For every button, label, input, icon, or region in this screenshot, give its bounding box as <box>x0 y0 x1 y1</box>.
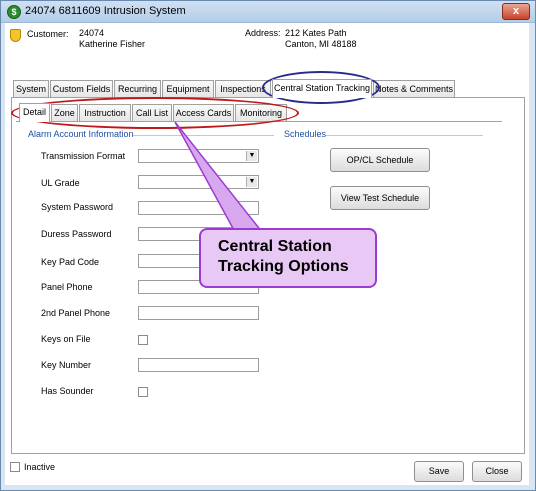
customer-label: Customer: <box>27 29 69 39</box>
ul-grade-label: UL Grade <box>41 178 80 188</box>
title-bar[interactable]: $ 24074 6811609 Intrusion System x <box>1 1 535 23</box>
view-test-schedule-button[interactable]: View Test Schedule <box>330 186 430 210</box>
second-panel-phone-field[interactable] <box>138 306 259 320</box>
close-button[interactable]: Close <box>472 461 522 482</box>
keys-on-file-checkbox[interactable] <box>138 335 148 345</box>
keys-on-file-label: Keys on File <box>41 334 91 344</box>
chevron-down-icon[interactable]: ▼ <box>246 177 257 187</box>
window-close-button[interactable]: x <box>502 3 530 20</box>
tab-system[interactable]: System <box>13 80 49 97</box>
address-line1: 212 Kates Path <box>285 28 347 38</box>
transmission-format-label: Transmission Format <box>41 151 126 161</box>
panel-phone-label: Panel Phone <box>41 282 93 292</box>
subtab-call-list[interactable]: Call List <box>132 104 172 121</box>
system-password-label: System Password <box>41 202 114 212</box>
tab-central-station-tracking[interactable]: Central Station Tracking <box>272 79 372 98</box>
customer-number: 24074 <box>79 28 105 38</box>
subtab-instruction[interactable]: Instruction <box>79 104 131 121</box>
ul-grade-combo[interactable]: ▼ <box>138 175 259 189</box>
subtab-zone[interactable]: Zone <box>51 104 78 121</box>
key-number-field[interactable] <box>138 358 259 372</box>
has-sounder-checkbox[interactable] <box>138 387 148 397</box>
subtab-monitoring[interactable]: Monitoring <box>235 104 287 121</box>
chevron-down-icon[interactable]: ▼ <box>246 151 257 161</box>
schedules-group-divider <box>326 135 483 136</box>
transmission-format-combo[interactable]: ▼ <box>138 149 259 163</box>
duress-password-label: Duress Password <box>41 229 112 239</box>
app-icon: $ <box>7 5 21 19</box>
save-button[interactable]: Save <box>414 461 464 482</box>
tab-notes-comments[interactable]: Notes & Comments <box>373 80 455 97</box>
customer-name: Katherine Fisher <box>79 39 146 49</box>
subtab-access-cards[interactable]: Access Cards <box>173 104 234 121</box>
opcl-schedule-button[interactable]: OP/CL Schedule <box>330 148 430 172</box>
alarm-group-divider <box>133 135 274 136</box>
main-tab-strip: System Custom Fields Recurring Equipment… <box>13 79 483 98</box>
has-sounder-label: Has Sounder <box>41 386 94 396</box>
tab-recurring[interactable]: Recurring <box>114 80 161 97</box>
system-password-field[interactable] <box>138 201 259 215</box>
subtab-detail[interactable]: Detail <box>19 103 50 122</box>
window-title: 24074 6811609 Intrusion System <box>25 5 186 17</box>
schedules-group-title: Schedules <box>284 129 327 139</box>
sub-tab-strip: Detail Zone Instruction Call List Access… <box>19 103 289 122</box>
inactive-label: Inactive <box>24 462 56 472</box>
key-number-label: Key Number <box>41 360 92 370</box>
shield-icon <box>10 29 21 42</box>
tab-custom-fields[interactable]: Custom Fields <box>50 80 113 97</box>
inactive-checkbox[interactable] <box>10 462 20 472</box>
second-panel-phone-label: 2nd Panel Phone <box>41 308 111 318</box>
address-label: Address: <box>245 28 281 38</box>
key-pad-code-label: Key Pad Code <box>41 257 100 267</box>
callout-box: Central Station Tracking Options <box>199 228 377 288</box>
callout-line-2: Tracking Options <box>218 258 349 275</box>
alarm-account-group-title: Alarm Account Information <box>28 129 134 139</box>
address-line2: Canton, MI 48188 <box>285 39 357 49</box>
tab-inspections[interactable]: Inspections <box>215 80 271 97</box>
tab-equipment[interactable]: Equipment <box>162 80 214 97</box>
callout-line-1: Central Station <box>218 238 332 255</box>
